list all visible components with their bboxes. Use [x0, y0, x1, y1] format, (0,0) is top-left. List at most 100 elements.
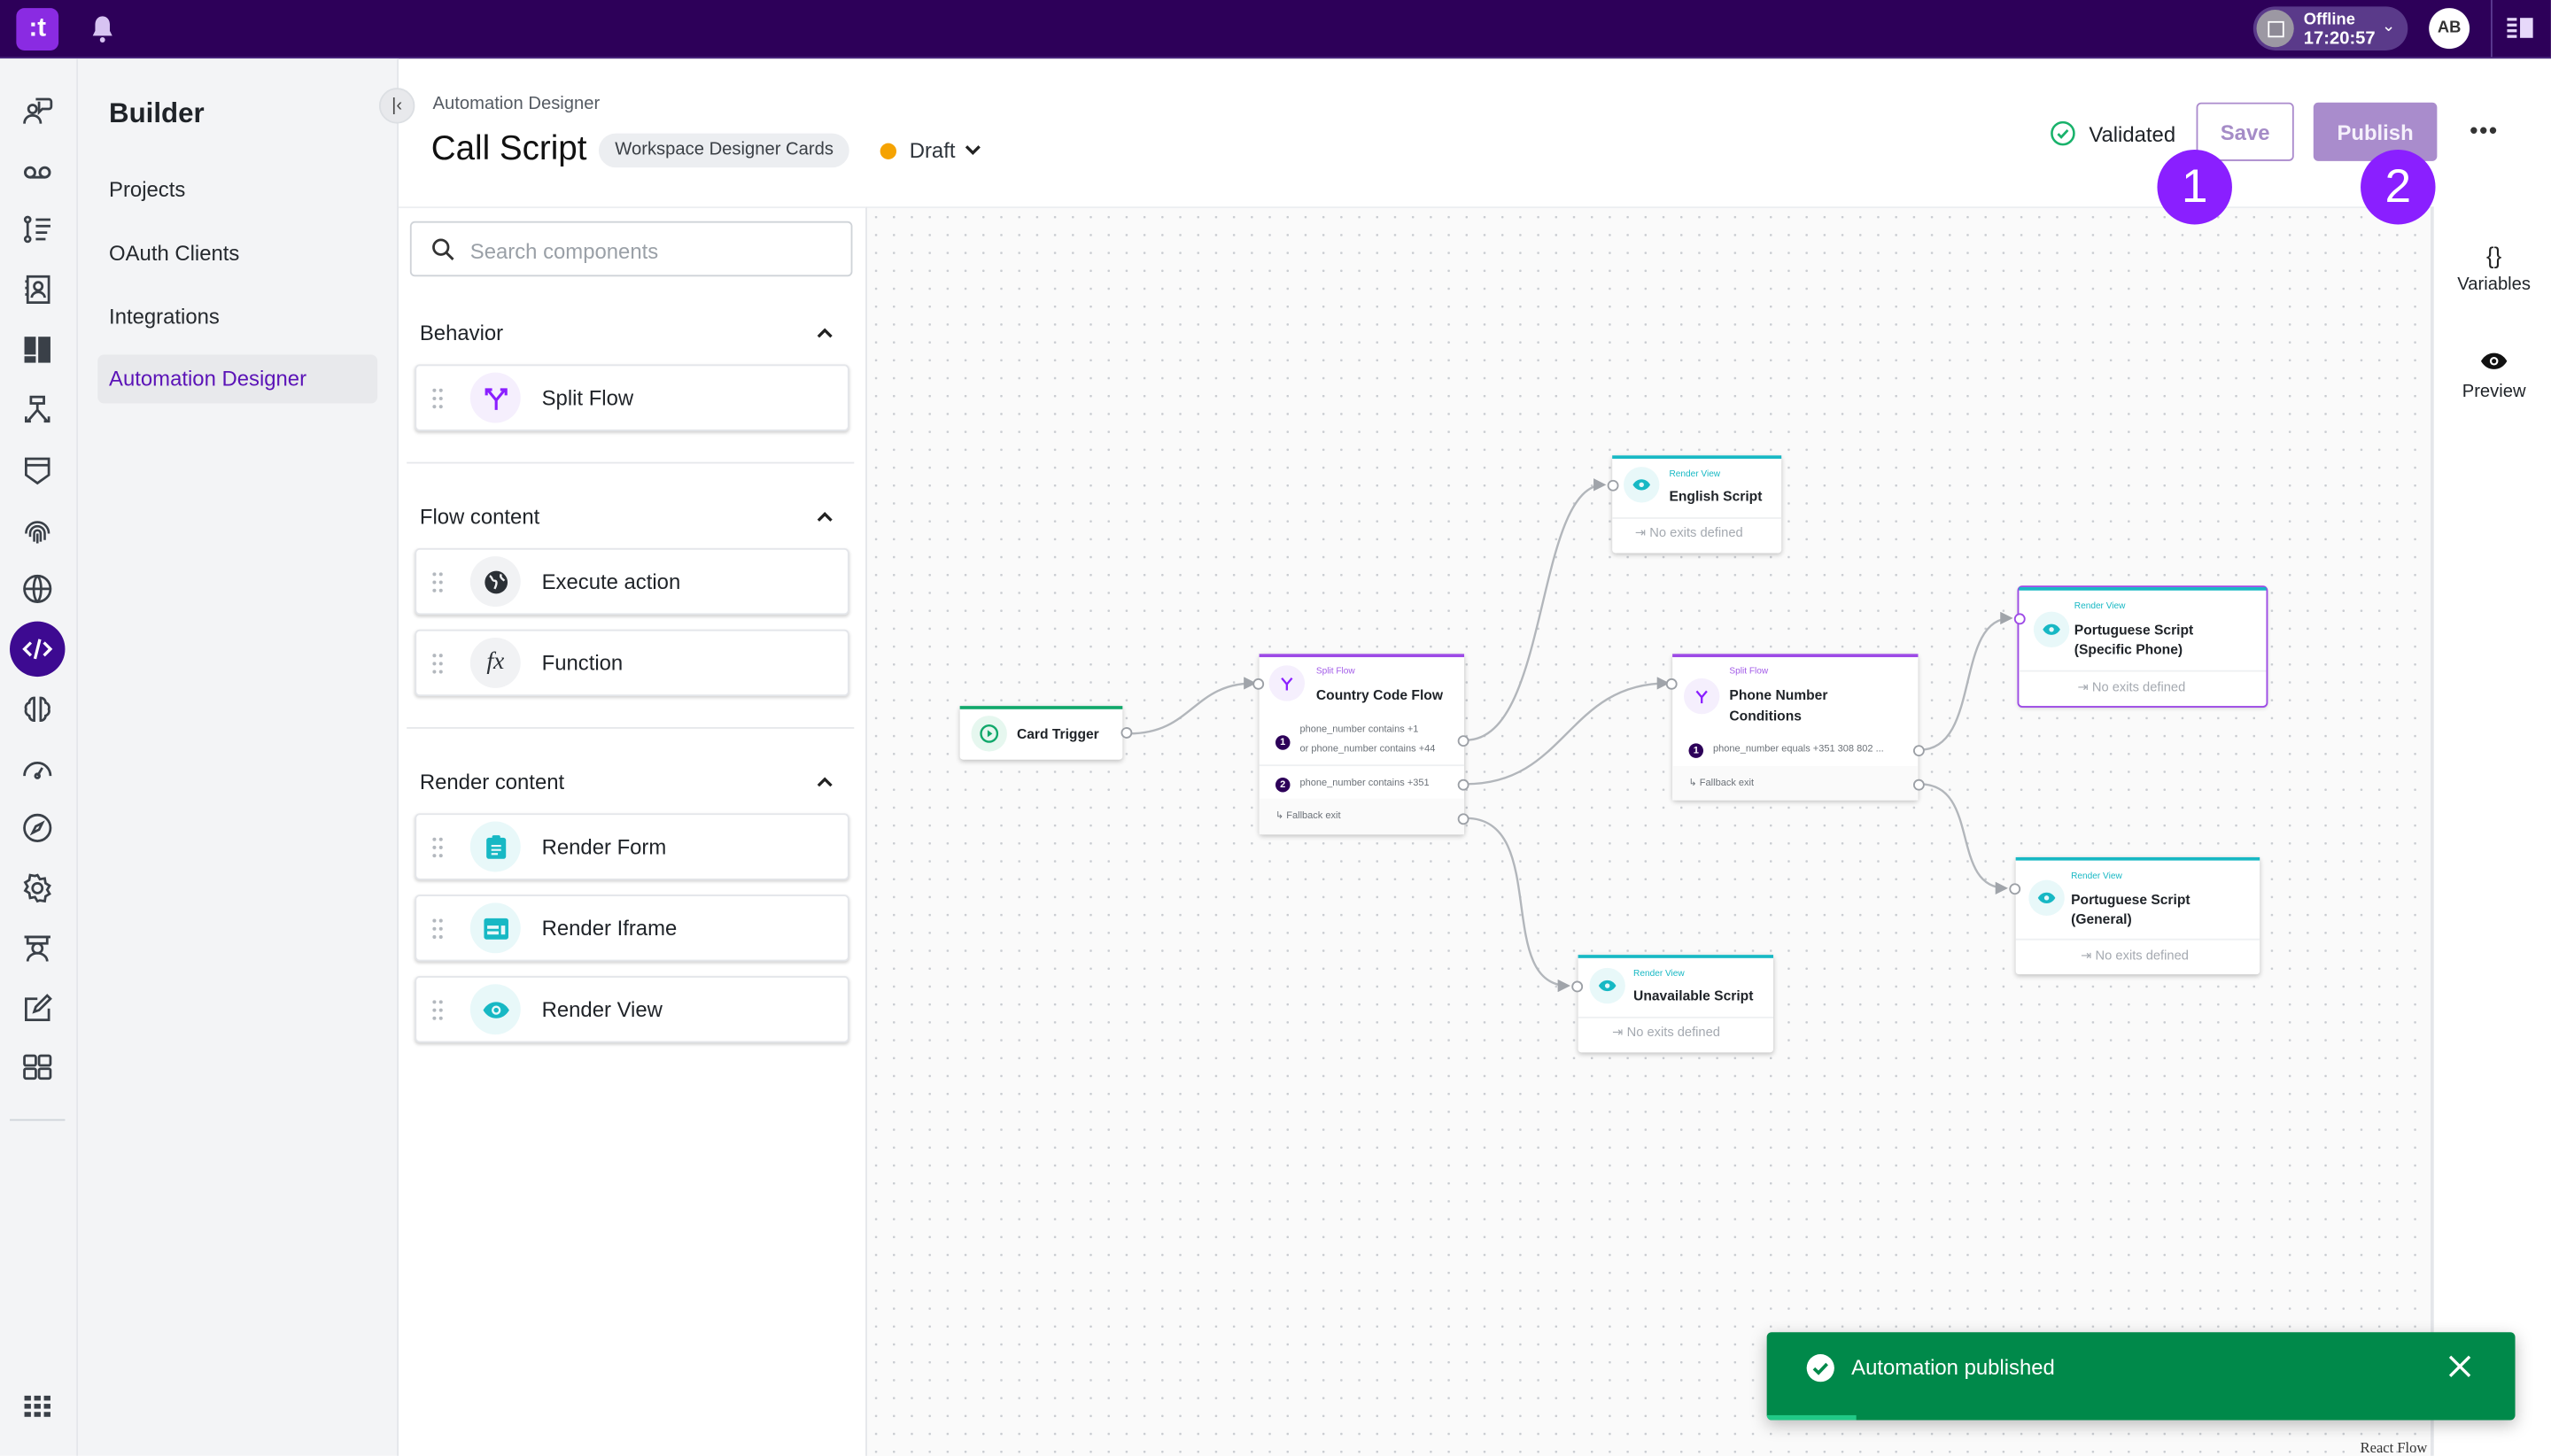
status-dropdown[interactable]: Draft: [910, 138, 956, 163]
chevron-up-icon[interactable]: [813, 322, 836, 345]
component-render-iframe[interactable]: Render Iframe: [415, 895, 849, 962]
agent-chat-icon[interactable]: [18, 91, 57, 130]
chevron-down-icon: ⌄: [2381, 18, 2396, 36]
notifications-bell-icon[interactable]: [89, 15, 115, 44]
node-accent: [1259, 654, 1465, 658]
output-handle[interactable]: [1457, 778, 1469, 791]
supervisor-icon[interactable]: [18, 929, 57, 968]
divider: [1259, 764, 1465, 767]
node-portuguese-script-specific[interactable]: Render View Portuguese Script (Specific …: [2017, 585, 2268, 708]
variables-button[interactable]: {} Variables: [2434, 243, 2551, 295]
preview-button[interactable]: Preview: [2434, 350, 2551, 402]
component-render-form[interactable]: Render Form: [415, 813, 849, 880]
output-handle[interactable]: [1912, 778, 1925, 791]
input-handle[interactable]: [1665, 678, 1678, 690]
flow-canvas[interactable]: Card Trigger Split Flow Country Code Flo…: [866, 206, 2431, 1456]
nav-item-projects[interactable]: Projects: [97, 166, 377, 214]
drag-handle-icon[interactable]: [431, 571, 445, 594]
search-components-field[interactable]: [409, 221, 853, 277]
input-handle[interactable]: [2013, 613, 2026, 625]
nav-title: Builder: [109, 97, 205, 129]
status-label: Offline: [2303, 11, 2355, 30]
input-handle[interactable]: [1607, 479, 1619, 492]
contacts-icon[interactable]: [18, 270, 57, 309]
user-avatar[interactable]: AB: [2429, 8, 2470, 50]
drag-handle-icon[interactable]: [431, 653, 445, 676]
node-accent: [1672, 654, 1919, 658]
breadcrumb[interactable]: Automation Designer: [433, 95, 601, 114]
chevron-up-icon[interactable]: [813, 771, 836, 794]
apps-grid-icon[interactable]: [18, 1386, 57, 1425]
nav-item-oauth-clients[interactable]: OAuth Clients: [97, 229, 377, 278]
react-flow-attribution[interactable]: React Flow: [2361, 1439, 2428, 1455]
more-options-button[interactable]: •••: [2465, 117, 2504, 146]
node-portuguese-script-general[interactable]: Render View Portuguese Script (General) …: [2015, 856, 2260, 975]
collapse-nav-button[interactable]: |‹: [378, 88, 415, 124]
input-handle[interactable]: [2009, 883, 2021, 895]
chevron-up-icon[interactable]: [813, 506, 836, 529]
condition-number: 2: [1275, 777, 1291, 793]
node-kind: Split Flow: [1729, 667, 1769, 678]
close-icon[interactable]: [2446, 1353, 2472, 1379]
output-handle[interactable]: [1457, 735, 1469, 747]
dashboard-icon[interactable]: [18, 330, 57, 369]
output-handle[interactable]: [1912, 745, 1925, 757]
speedometer-icon[interactable]: [18, 748, 57, 787]
compass-icon[interactable]: [18, 809, 57, 848]
function-icon: fx: [469, 637, 521, 688]
nav-item-automation-designer[interactable]: Automation Designer: [97, 354, 378, 404]
agent-status-dropdown[interactable]: Offline 17:20:57 ⌄: [2252, 6, 2408, 50]
node-english-script[interactable]: Render View English Script ⇥ No exits de…: [1612, 455, 1782, 554]
gear-icon[interactable]: [18, 869, 57, 908]
node-phone-number-conditions[interactable]: Split Flow Phone Number Conditions 1 pho…: [1672, 654, 1919, 801]
brain-icon[interactable]: [18, 690, 57, 729]
drag-handle-icon[interactable]: [431, 999, 445, 1022]
eye-icon: [1589, 967, 1625, 1004]
rail-divider: [10, 1119, 66, 1121]
edge-phone-to-pt-general: [1919, 783, 2009, 895]
routing-icon[interactable]: [18, 391, 57, 430]
widgets-icon[interactable]: [18, 1048, 57, 1087]
group-title-flow-content: Flow content: [419, 504, 540, 529]
component-function[interactable]: fx Function: [415, 629, 849, 697]
component-execute-action[interactable]: Execute action: [415, 547, 849, 616]
node-title-line-2: (Specific Phone): [2074, 640, 2183, 658]
publish-button[interactable]: Publish: [2313, 102, 2438, 161]
search-input[interactable]: [467, 232, 832, 269]
node-country-code-flow[interactable]: Split Flow Country Code Flow 1 phone_num…: [1259, 654, 1465, 835]
drag-handle-icon[interactable]: [431, 836, 445, 859]
app-logo[interactable]: :t: [16, 8, 59, 50]
page-title: Call Script: [430, 129, 587, 168]
node-kind: Render View: [2071, 871, 2122, 882]
chevron-down-icon[interactable]: [963, 140, 982, 159]
braces-icon: {}: [2486, 242, 2502, 269]
save-button[interactable]: Save: [2196, 102, 2294, 161]
output-handle[interactable]: [1457, 813, 1469, 825]
shield-icon[interactable]: [18, 451, 57, 490]
node-accent: [2019, 587, 2267, 591]
node-unavailable-script[interactable]: Render View Unavailable Script ⇥ No exit…: [1578, 955, 1774, 1053]
eye-icon: [2033, 611, 2070, 648]
edit-icon[interactable]: [18, 989, 57, 1028]
drag-handle-icon[interactable]: [431, 918, 445, 941]
side-panel-toggle-icon[interactable]: [2507, 16, 2533, 39]
split-icon: [1268, 665, 1306, 701]
code-icon[interactable]: [10, 621, 66, 678]
component-split-flow[interactable]: Split Flow: [415, 364, 849, 431]
drag-handle-icon[interactable]: [431, 387, 445, 410]
input-handle[interactable]: [1252, 678, 1265, 690]
node-card-trigger[interactable]: Card Trigger: [959, 706, 1123, 760]
fingerprint-icon[interactable]: [18, 511, 57, 550]
input-handle[interactable]: [1571, 980, 1584, 993]
condition-text: phone_number equals +351 308 802 ...: [1713, 745, 1884, 755]
voicemail-icon[interactable]: [18, 151, 57, 190]
node-accent: [959, 706, 1123, 709]
component-render-view[interactable]: Render View: [415, 976, 849, 1043]
flow-list-icon[interactable]: [18, 210, 57, 249]
globe-icon[interactable]: [18, 569, 57, 608]
component-label: Execute action: [541, 569, 681, 594]
divider: [1612, 517, 1782, 519]
no-exits-label: ⇥ No exits defined: [1634, 525, 1743, 540]
output-handle[interactable]: [1120, 727, 1133, 739]
nav-item-integrations[interactable]: Integrations: [97, 293, 377, 342]
